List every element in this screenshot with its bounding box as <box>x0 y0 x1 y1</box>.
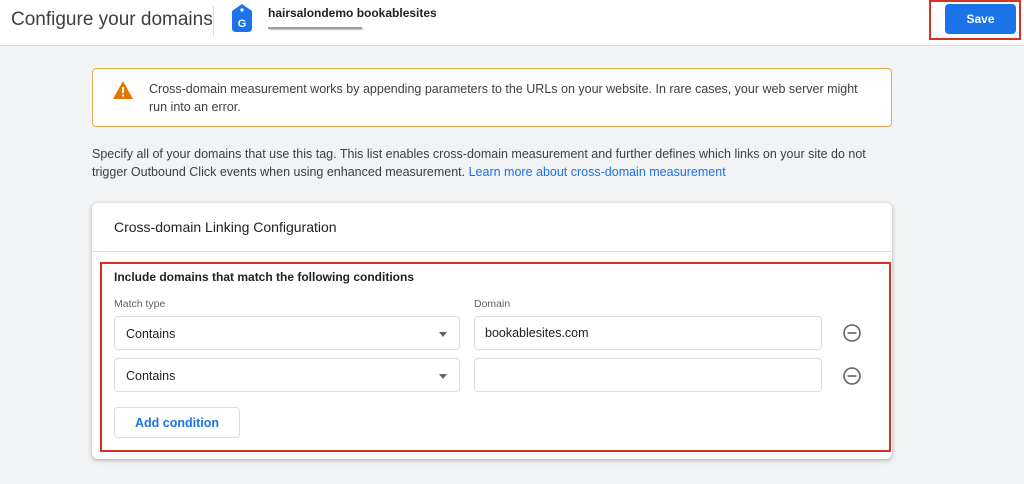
warning-text: Cross-domain measurement works by append… <box>149 82 858 114</box>
match-type-value-2: Contains <box>126 369 176 383</box>
learn-more-link[interactable]: Learn more about cross-domain measuremen… <box>469 165 726 179</box>
remove-condition-icon-1[interactable] <box>842 323 862 343</box>
dropdown-arrow-icon <box>439 374 447 379</box>
dropdown-arrow-icon <box>439 332 447 337</box>
warning-banner: Cross-domain measurement works by append… <box>92 68 892 127</box>
remove-condition-icon-2[interactable] <box>842 366 862 386</box>
add-condition-button[interactable]: Add condition <box>114 407 240 438</box>
svg-text:G: G <box>238 18 247 30</box>
match-type-select-1[interactable]: Contains <box>114 316 460 350</box>
domain-input-1[interactable] <box>474 316 822 350</box>
description-text: Specify all of your domains that use thi… <box>92 145 892 181</box>
card-title: Cross-domain Linking Configuration <box>114 219 337 235</box>
top-bar: Configure your domains G hairsalondemo b… <box>0 0 1024 46</box>
match-type-select-2[interactable]: Contains <box>114 358 460 392</box>
tag-name: hairsalondemo bookablesites <box>268 6 437 20</box>
domain-input-2[interactable] <box>474 358 822 392</box>
google-tag-icon: G <box>232 4 252 32</box>
conditions-heading: Include domains that match the following… <box>114 270 415 284</box>
warning-icon <box>113 81 133 99</box>
save-button[interactable]: Save <box>945 4 1016 34</box>
header-divider <box>213 6 214 36</box>
redacted-tag-id <box>268 27 362 29</box>
match-type-value-1: Contains <box>126 327 176 341</box>
page-title: Configure your domains <box>11 9 213 30</box>
match-type-label: Match type <box>114 298 166 310</box>
cross-domain-card: Cross-domain Linking Configuration Inclu… <box>92 203 892 459</box>
domain-label: Domain <box>474 298 511 310</box>
card-divider <box>92 251 892 252</box>
